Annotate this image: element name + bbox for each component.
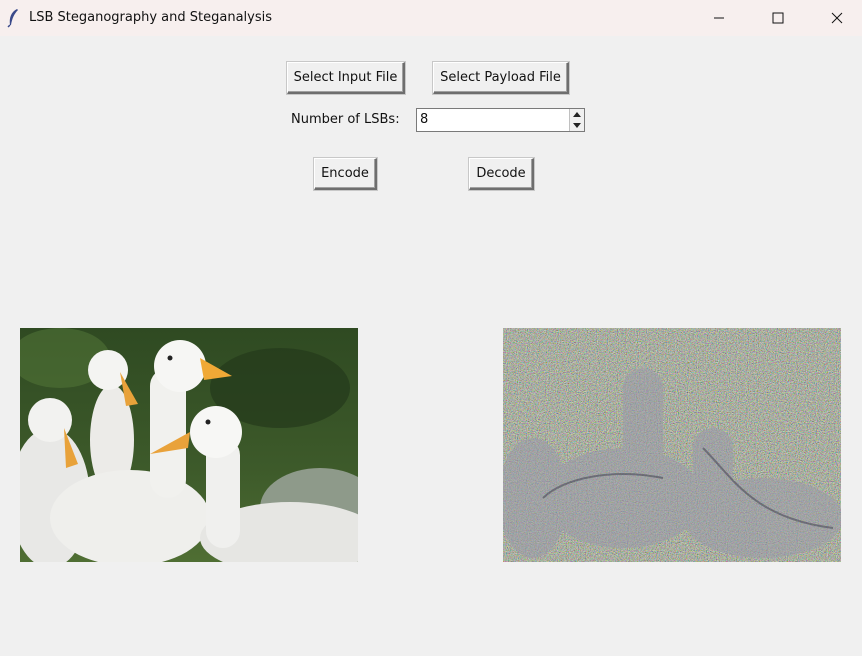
feather-icon xyxy=(7,9,18,28)
maximize-button[interactable] xyxy=(749,0,807,36)
spin-down-arrow-icon[interactable] xyxy=(570,120,584,131)
title-bar: LSB Steganography and Steganalysis xyxy=(0,0,862,36)
spinbox-arrows xyxy=(569,109,584,131)
decoded-noise-image xyxy=(503,328,841,562)
decode-button[interactable]: Decode xyxy=(469,158,534,190)
close-button[interactable] xyxy=(808,0,862,36)
close-icon xyxy=(831,12,843,24)
minimize-icon xyxy=(714,17,724,19)
lsb-count-spinbox[interactable]: 8 xyxy=(416,108,585,132)
select-payload-file-button[interactable]: Select Payload File xyxy=(433,62,569,94)
cover-image xyxy=(20,328,358,562)
spin-up-arrow-icon[interactable] xyxy=(570,109,584,120)
maximize-icon xyxy=(772,12,784,24)
minimize-button[interactable] xyxy=(690,0,748,36)
select-input-file-button[interactable]: Select Input File xyxy=(287,62,405,94)
lsb-count-value[interactable]: 8 xyxy=(420,112,428,127)
window-title: LSB Steganography and Steganalysis xyxy=(29,10,273,25)
lsb-count-label: Number of LSBs: xyxy=(291,112,400,127)
encode-button[interactable]: Encode xyxy=(314,158,377,190)
